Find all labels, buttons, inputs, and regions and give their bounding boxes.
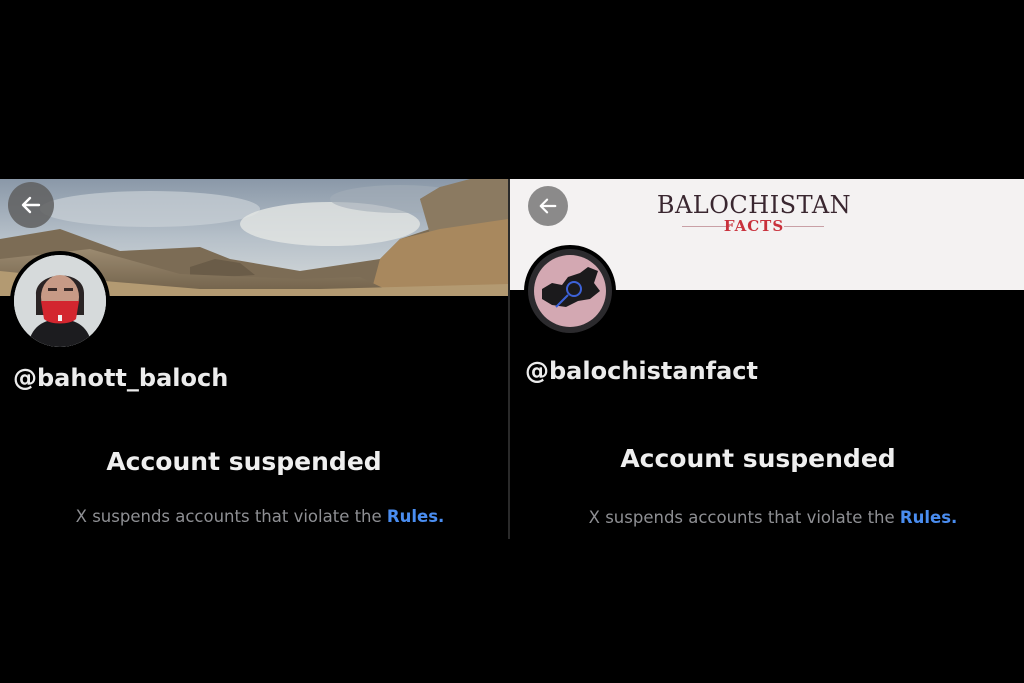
- avatar-photo: [14, 255, 106, 347]
- rules-link[interactable]: Rules: [900, 508, 951, 527]
- suspended-heading: Account suspended: [620, 444, 896, 473]
- profile-handle: @bahott_baloch: [13, 364, 229, 392]
- map-logo-avatar: [528, 249, 612, 333]
- suspended-heading: Account suspended: [106, 447, 382, 476]
- avatar[interactable]: [10, 251, 110, 351]
- profile-handle: @balochistanfact: [525, 357, 759, 385]
- suspended-message-text: X suspends accounts that violate the: [588, 508, 895, 527]
- rules-period: .: [951, 508, 958, 527]
- profile-panel-left: @bahott_baloch Account suspended X suspe…: [0, 179, 508, 539]
- brand-logo-title: BALOCHISTAN: [656, 191, 852, 219]
- suspended-message: X suspends accounts that violate the Rul…: [0, 507, 508, 526]
- avatar[interactable]: [524, 245, 616, 337]
- brand-logo-subtitle: FACTS: [723, 217, 785, 235]
- arrow-left-icon: [21, 196, 41, 214]
- suspended-message-text: X suspends accounts that violate the: [75, 507, 382, 526]
- rules-period: .: [438, 507, 445, 526]
- back-button[interactable]: [528, 186, 568, 226]
- suspended-message: X suspends accounts that violate the Rul…: [510, 508, 1024, 527]
- back-button[interactable]: [8, 182, 54, 228]
- arrow-left-icon: [539, 198, 557, 214]
- rules-link[interactable]: Rules: [387, 507, 438, 526]
- profile-panel-right: BALOCHISTAN FACTS @balochistanfact Accou…: [510, 179, 1024, 539]
